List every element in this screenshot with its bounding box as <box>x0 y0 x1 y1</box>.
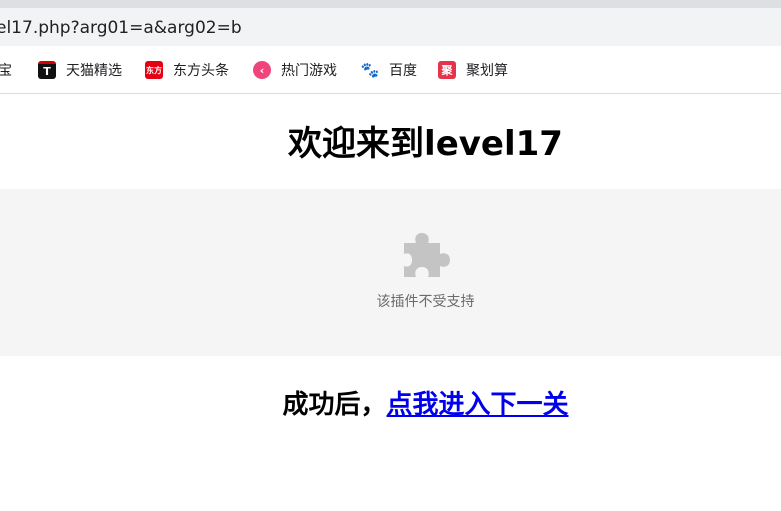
puzzle-piece-icon <box>404 233 450 277</box>
game-icon: ‹ <box>253 61 271 79</box>
address-bar[interactable]: el17.php?arg01=a&arg02=b <box>0 8 781 46</box>
next-level-link[interactable]: 点我进入下一关 <box>387 390 569 420</box>
tmall-icon: T <box>38 61 56 79</box>
bookmarks-bar: 淘宝 T 天猫精选 东方 东方头条 ‹ 热门游戏 🐾 百度 聚 聚划算 <box>0 46 781 94</box>
page-title: 欢迎来到level17 <box>288 124 563 164</box>
bookmark-dongfang[interactable]: 东方 东方头条 <box>145 60 229 80</box>
dongfang-icon: 东方 <box>145 61 163 79</box>
bookmark-label: 百度 <box>389 63 417 79</box>
bookmark-games[interactable]: ‹ 热门游戏 <box>253 60 337 80</box>
bookmark-taobao[interactable]: 淘宝 <box>0 60 12 80</box>
unsupported-plugin-placeholder: 该插件不受支持 <box>0 189 781 356</box>
success-prefix: 成功后， <box>282 390 387 420</box>
bookmark-tmall[interactable]: T 天猫精选 <box>38 60 122 80</box>
bookmark-juhuasuan[interactable]: 聚 聚划算 <box>438 60 508 80</box>
juhuasuan-icon: 聚 <box>438 61 456 79</box>
baidu-paw-icon: 🐾 <box>360 61 380 79</box>
bookmark-label: 东方头条 <box>173 63 229 79</box>
success-line: 成功后，点我进入下一关 <box>0 384 781 426</box>
tab-strip <box>0 0 781 8</box>
bookmark-label: 淘宝 <box>0 63 12 79</box>
bookmark-label: 天猫精选 <box>66 63 122 79</box>
bookmark-baidu[interactable]: 🐾 百度 <box>361 60 417 80</box>
address-text[interactable]: el17.php?arg01=a&arg02=b <box>0 18 242 38</box>
bookmark-label: 聚划算 <box>466 63 508 79</box>
bookmark-label: 热门游戏 <box>281 63 337 79</box>
plugin-unsupported-message: 该插件不受支持 <box>376 294 475 310</box>
